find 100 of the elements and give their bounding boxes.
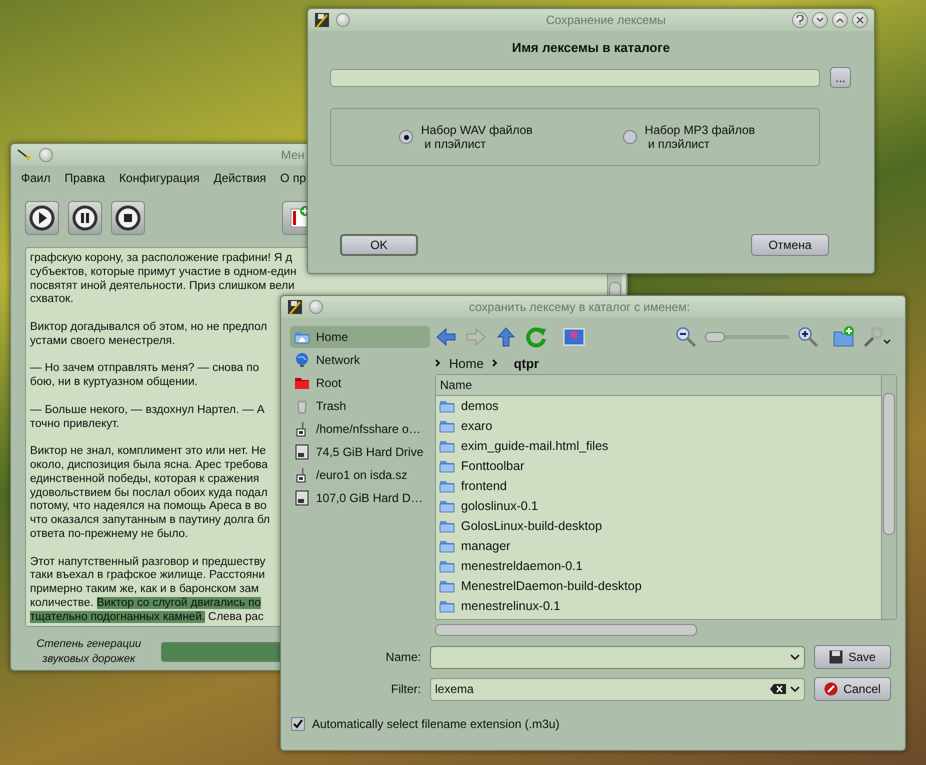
places-item[interactable]: Trash [290,395,430,417]
filter-combo-field[interactable]: lexema [430,678,805,700]
radio-button[interactable] [399,130,413,144]
hard-drive-icon [294,490,310,506]
text-line: субъектов, которые примут участие в одном-един [30,266,296,280]
maximize-button[interactable] [832,12,848,28]
radio-label[interactable]: Набор WAV файлов и плэйлист [421,123,533,151]
folder-row[interactable]: exim_guide-mail.html_files [436,436,881,456]
folder-icon [439,558,455,574]
zoom-out-icon[interactable] [675,326,697,348]
folder-icon [439,538,455,554]
dropdown-caret-icon[interactable] [790,686,800,692]
save-button[interactable]: Save [814,645,891,669]
places-item[interactable]: 74,5 GiB Hard Drive [290,441,430,463]
text-line: Виктор догадывался об этом, но не предпол [30,320,268,335]
column-header[interactable]: Name [436,375,881,396]
text-line: — Но зачем отправлять меня? — снова по [30,362,260,376]
back-arrow-icon[interactable] [435,326,457,348]
places-item[interactable]: Home [290,326,430,348]
menu-item[interactable]: Правка [64,171,106,185]
folder-row[interactable]: menestreldaemon-0.1 [436,556,881,576]
checkbox-label[interactable]: Automatically select filename extension (.m3u) [312,717,560,731]
floppy-pen-icon [314,12,330,28]
breadcrumb-item[interactable]: Home [449,356,484,370]
places-item[interactable]: Root [290,372,430,394]
folder-row[interactable]: GolosLinux-build-desktop [436,516,881,536]
folder-icon [439,398,455,414]
cancel-button[interactable]: Cancel [814,677,891,701]
radio-label[interactable]: Набор MP3 файлов и плэйлист [644,123,756,151]
question-mark-icon [796,15,804,25]
text-line: посвятят иной деятельности. Приз слишком вели [30,280,295,294]
scrollbar[interactable] [881,375,896,619]
folder-row[interactable]: exaro [436,416,881,436]
chevron-down-icon [816,17,824,23]
menu-item[interactable]: Фаил [21,171,51,185]
zoom-in-icon[interactable] [797,326,819,348]
menu-item[interactable]: О пр [280,171,306,185]
chevron-right-icon[interactable] [435,359,441,367]
new-folder-icon[interactable] [833,326,855,348]
minimize-button[interactable] [812,12,828,28]
text-line: бою, ни в куртуазном общении. [30,376,198,390]
radio-button[interactable] [622,130,637,144]
window-title: Сохранение лексемы [546,13,666,27]
folder-row[interactable]: manager [436,536,881,556]
text-line: — Больше некого, — вздохнул Нартел. — А [30,404,265,418]
dropdown-caret-icon[interactable] [790,654,800,660]
folder-icon [294,375,310,391]
up-arrow-icon[interactable] [495,326,517,348]
text-line: схваток. [30,293,74,308]
text-line: Этот напутственный разговор и предшеству [30,556,266,570]
wrench-menu-icon[interactable] [863,326,891,348]
folder-icon [439,438,455,454]
chevron-up-icon [836,17,844,23]
folder-row[interactable]: demos [436,396,881,416]
help-button[interactable] [792,12,808,28]
name-input-field[interactable] [330,68,820,86]
image-preview-icon[interactable] [563,326,585,348]
folder-row[interactable]: frontend [436,476,881,496]
window-menu-button[interactable] [309,300,323,314]
ok-button[interactable]: OK [340,234,418,256]
text-line: ответа по-прежнему не было. [30,528,188,542]
chevron-right-icon[interactable] [492,359,498,367]
cancel-button[interactable]: Отмена [751,234,829,256]
play-button[interactable] [25,201,59,235]
text-line: таки въехал в графское жилище. Расстояни [30,569,265,584]
window-menu-button[interactable] [39,148,53,162]
close-button[interactable] [852,12,868,28]
folder-row[interactable]: Fonttoolbar [436,456,881,476]
trash-icon [294,398,310,414]
folder-row[interactable]: menestrelinux-0.1 [436,596,881,616]
progress-label: Степень генерации звуковых дорожек [35,637,142,667]
text-line: Виктор не знал, комплимент это или нет. Не [30,445,266,459]
stop-button[interactable] [111,201,145,235]
cancel-icon [824,682,838,696]
zoom-slider[interactable] [705,332,789,342]
text-line: тщательно подогнанных камней. Слева рас [30,610,264,625]
folder-row[interactable]: goloslinux-0.1 [436,496,881,516]
name-label: Name: [384,650,421,664]
floppy-pen-icon [287,299,303,315]
browse-button[interactable]: ... [830,67,851,88]
menu-item[interactable]: Действия [214,171,266,185]
breadcrumb-item[interactable]: qtpr [514,356,539,370]
folder-icon [439,598,455,614]
pause-button[interactable] [68,201,102,235]
globe-icon [294,352,310,368]
name-combo-field[interactable] [430,646,805,668]
text-line: графскую корону, за расположение графини! Я д [30,252,292,266]
checkbox[interactable] [291,717,305,731]
places-item[interactable]: /home/nfsshare o… [290,418,430,440]
window-menu-button[interactable] [336,13,350,27]
text-line: точно привлекут. [30,418,120,432]
folder-row[interactable]: MenestrelDaemon-build-desktop [436,576,881,596]
clear-icon[interactable] [770,684,786,694]
folder-icon [439,498,455,514]
places-item[interactable]: 107,0 GiB Hard D… [290,487,430,509]
text-line: единственной победы, которая к сражения [30,472,260,487]
window-title: сохранить лексему в каталог с именем: [469,300,690,314]
places-item[interactable]: /euro1 on isda.sz [290,464,430,486]
menu-item[interactable]: Конфигурация [119,171,200,185]
places-item[interactable]: Network [290,349,430,371]
